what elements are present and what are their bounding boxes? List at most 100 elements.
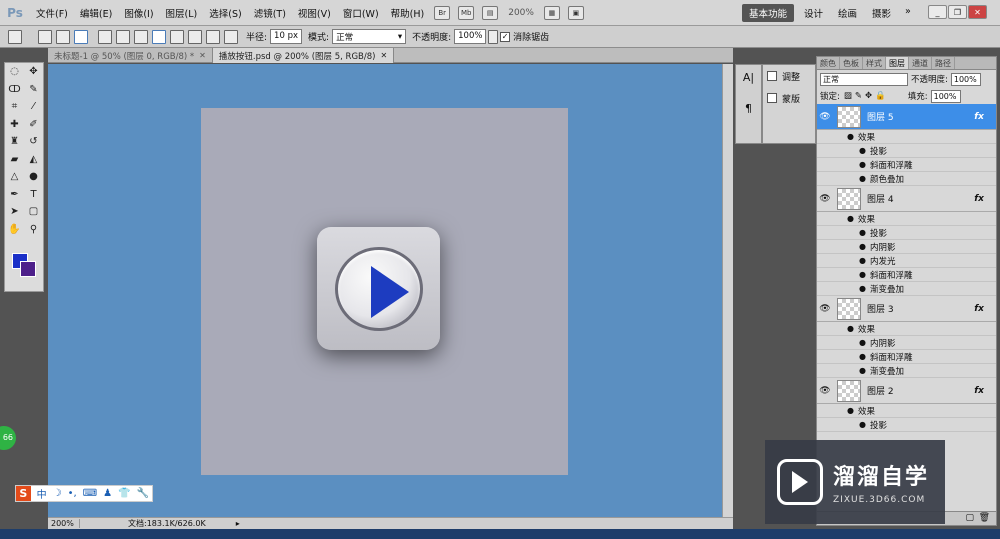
fx-icon[interactable]: fx (974, 112, 984, 122)
effect-item[interactable]: ● 内阴影 (817, 336, 996, 350)
line-shape-icon[interactable] (206, 29, 220, 44)
document-tab-active[interactable]: 播放按钮.psd @ 200% (图层 5, RGB/8) ✕ (212, 48, 395, 63)
effect-item[interactable]: ● 投影 (817, 418, 996, 432)
effect-item[interactable]: ● 投影 (817, 226, 996, 240)
dodge-tool-icon[interactable]: ● (27, 170, 41, 183)
vertical-scrollbar[interactable] (722, 64, 733, 517)
effect-item[interactable]: ● 斜面和浮雕 (817, 268, 996, 282)
visibility-eye-icon[interactable]: ● (859, 174, 866, 183)
effect-item[interactable]: ● 渐变叠加 (817, 282, 996, 296)
menu-layer[interactable]: 图层(L) (160, 6, 204, 20)
visibility-eye-icon[interactable]: ● (859, 146, 866, 155)
visibility-eye-icon[interactable]: ● (859, 366, 866, 375)
effects-group[interactable]: ● 效果 (817, 404, 996, 418)
effect-item[interactable]: ● 颜色叠加 (817, 172, 996, 186)
arrange-documents-icon[interactable]: ▦ (543, 5, 560, 20)
polygon-shape-icon[interactable] (188, 29, 202, 44)
opacity-arrow-icon[interactable] (488, 29, 499, 44)
document-tab[interactable]: 未标题-1 @ 50% (图层 0, RGB/8) * ✕ (48, 48, 213, 63)
shape-layers-icon[interactable] (38, 29, 52, 44)
eraser-tool-icon[interactable]: ▰ (8, 153, 22, 166)
effects-group[interactable]: ● 效果 (817, 212, 996, 226)
menu-image[interactable]: 图像(I) (118, 6, 159, 20)
effect-item[interactable]: ● 内发光 (817, 254, 996, 268)
close-icon[interactable]: ✕ (199, 51, 206, 60)
layer-row[interactable]: 👁 图层 5 fx (817, 104, 996, 130)
effect-item[interactable]: ● 斜面和浮雕 (817, 158, 996, 172)
masks-button[interactable]: 蒙版 (763, 87, 815, 109)
visibility-eye-icon[interactable]: ● (847, 132, 854, 141)
effect-item[interactable]: ● 渐变叠加 (817, 364, 996, 378)
background-color-swatch[interactable] (20, 261, 36, 277)
antialias-checkbox[interactable]: ✓ (500, 31, 511, 42)
visibility-eye-icon[interactable]: ● (859, 352, 866, 361)
adjustments-button[interactable]: 调整 (763, 65, 815, 87)
path-selection-icon[interactable]: ➤ (8, 205, 22, 218)
character-panel-icon[interactable]: A| (736, 71, 761, 84)
lock-transparent-icon[interactable]: ▨ (844, 91, 852, 101)
tab-swatches[interactable]: 色板 (840, 57, 863, 69)
tab-styles[interactable]: 样式 (863, 57, 886, 69)
visibility-eye-icon[interactable]: ● (859, 256, 866, 265)
opacity-input[interactable]: 100% (454, 29, 487, 44)
tab-color[interactable]: 颜色 (817, 57, 840, 69)
tab-channels[interactable]: 通道 (909, 57, 932, 69)
visibility-eye-icon[interactable]: ● (847, 406, 854, 415)
eyedropper-icon[interactable]: ⁄ (27, 100, 41, 113)
fx-icon[interactable]: fx (974, 194, 984, 204)
hand-tool-icon[interactable]: ✋ (8, 223, 22, 236)
mini-bridge-button[interactable]: Mb (458, 5, 475, 20)
new-layer-icon[interactable]: ▢ (965, 513, 974, 523)
custom-shape-icon[interactable] (224, 29, 238, 44)
tab-layers[interactable]: 图层 (886, 57, 909, 69)
green-badge[interactable]: 66 (0, 426, 16, 450)
radius-input[interactable]: 10 px (270, 29, 303, 44)
visibility-eye-icon[interactable]: ● (859, 160, 866, 169)
lock-image-icon[interactable]: ✎ (855, 91, 862, 101)
rounded-rectangle-icon[interactable] (152, 29, 166, 44)
lock-all-icon[interactable]: 🔒 (875, 91, 886, 101)
zoom-field[interactable]: 200% (48, 519, 80, 528)
ime-moon-icon[interactable]: ☽ (53, 488, 62, 499)
ime-keyboard-icon[interactable]: ⌨ (83, 488, 97, 499)
fx-icon[interactable]: fx (974, 304, 984, 314)
shape-tool-icon[interactable]: ▢ (27, 205, 41, 218)
paths-icon[interactable] (56, 29, 70, 44)
menu-window[interactable]: 窗口(W) (337, 6, 385, 20)
ime-punctuation-icon[interactable]: •, (68, 488, 77, 499)
visibility-eye-icon[interactable]: ● (847, 324, 854, 333)
fill-input[interactable]: 100% (930, 89, 961, 103)
ime-user-icon[interactable]: ♟ (103, 488, 112, 499)
sogou-logo-icon[interactable]: S (16, 486, 31, 501)
ellipse-shape-icon[interactable] (170, 29, 184, 44)
visibility-eye-icon[interactable]: ● (859, 284, 866, 293)
ime-chinese[interactable]: 中 (37, 486, 47, 501)
pen-tool-icon[interactable] (98, 29, 112, 44)
layer-row[interactable]: 👁 图层 2 fx (817, 378, 996, 404)
layer-row[interactable]: 👁 图层 3 fx (817, 296, 996, 322)
tool-preset-icon[interactable] (8, 29, 22, 44)
ime-settings-icon[interactable]: 🔧 (137, 488, 149, 499)
lasso-tool-icon[interactable]: ↀ (8, 83, 22, 96)
status-arrow-icon[interactable]: ▸ (236, 519, 240, 528)
menu-select[interactable]: 选择(S) (203, 6, 247, 20)
workspace-more[interactable]: » (905, 6, 911, 17)
quick-selection-icon[interactable]: ✎ (27, 83, 41, 96)
effects-group[interactable]: ● 效果 (817, 322, 996, 336)
workspace-design[interactable]: 设计 (804, 6, 823, 20)
menu-view[interactable]: 视图(V) (292, 6, 337, 20)
visibility-eye-icon[interactable]: 👁 (817, 112, 833, 122)
close-icon[interactable]: ✕ (968, 5, 987, 19)
visibility-eye-icon[interactable]: ● (859, 242, 866, 251)
effect-item[interactable]: ● 投影 (817, 144, 996, 158)
zoom-level-menu[interactable]: 200% (508, 8, 534, 18)
healing-brush-icon[interactable]: ✚ (8, 118, 22, 131)
visibility-eye-icon[interactable]: ● (859, 420, 866, 429)
visibility-eye-icon[interactable]: 👁 (817, 304, 833, 314)
screen-mode-icon[interactable]: ▣ (567, 5, 584, 20)
blur-tool-icon[interactable]: △ (8, 170, 22, 183)
tab-paths[interactable]: 路径 (932, 57, 955, 69)
zoom-tool-icon[interactable]: ⚲ (27, 223, 41, 236)
effects-group[interactable]: ● 效果 (817, 130, 996, 144)
marquee-tool-icon[interactable]: ◌ (8, 65, 22, 78)
